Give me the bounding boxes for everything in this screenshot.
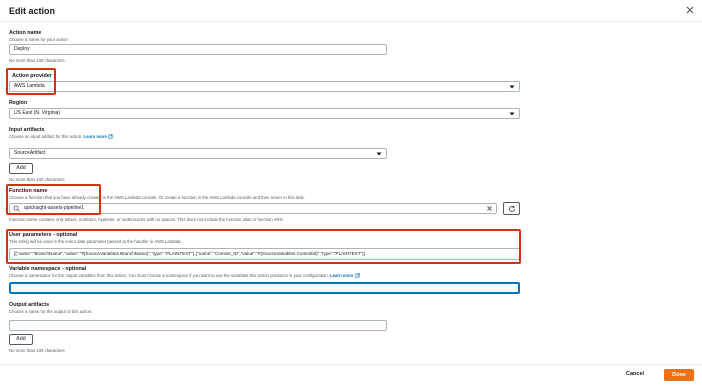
input-artifact-select[interactable]: SourceArtifact [9, 148, 387, 159]
caret-down-icon [509, 85, 515, 89]
input-artifacts-label: Input artifacts [9, 127, 45, 133]
dialog-title: Edit action [9, 6, 56, 16]
add-input-artifact-button[interactable]: Add [9, 163, 33, 174]
learn-more-link[interactable]: Learn more [84, 134, 107, 139]
output-artifacts-label: Output artifacts [9, 302, 50, 308]
region-value: US East (N. Virginia) [14, 110, 61, 116]
input-artifact-value: SourceArtifact [14, 150, 46, 156]
action-name-hint: No more than 100 characters [9, 58, 65, 63]
close-icon[interactable] [684, 4, 696, 16]
region-label: Region [9, 100, 28, 106]
dialog-header: Edit action [0, 0, 702, 22]
highlight-action-provider [6, 68, 56, 95]
variable-namespace-description: Choose a namespace for the output variab… [9, 273, 360, 278]
refresh-icon [508, 205, 515, 212]
external-link-icon [355, 273, 360, 278]
refresh-button[interactable] [503, 202, 520, 215]
action-name-input[interactable]: Deploy [9, 44, 387, 55]
output-artifact-input[interactable] [9, 320, 387, 331]
input-artifacts-hint: No more than 100 characters [9, 177, 65, 182]
footer-divider [0, 364, 702, 365]
caret-down-icon [509, 112, 515, 116]
function-name-hint: Function name contains only letters, num… [9, 217, 284, 222]
action-name-description: Choose a name for your action [9, 37, 68, 42]
action-name-label: Action name [9, 30, 42, 36]
variable-namespace-input[interactable] [9, 282, 520, 294]
clear-icon[interactable] [486, 205, 493, 212]
done-button[interactable]: Done [664, 369, 694, 381]
highlight-user-parameters [6, 229, 521, 264]
learn-more-link[interactable]: Learn more [330, 273, 353, 278]
variable-namespace-label: Variable namespace - optional [9, 266, 87, 272]
output-artifacts-hint: No more than 100 characters [9, 348, 65, 353]
cancel-button[interactable]: Cancel [626, 371, 644, 377]
action-provider-select[interactable]: AWS Lambda [9, 81, 520, 92]
external-link-icon [108, 134, 113, 139]
region-select[interactable]: US East (N. Virginia) [9, 108, 520, 119]
caret-down-icon [376, 152, 382, 156]
add-output-artifact-button[interactable]: Add [9, 334, 33, 345]
input-artifacts-description: Choose an input artifact for this action… [9, 134, 113, 139]
output-artifacts-description: Choose a name for the output of this act… [9, 309, 93, 314]
highlight-function-name [6, 184, 101, 215]
